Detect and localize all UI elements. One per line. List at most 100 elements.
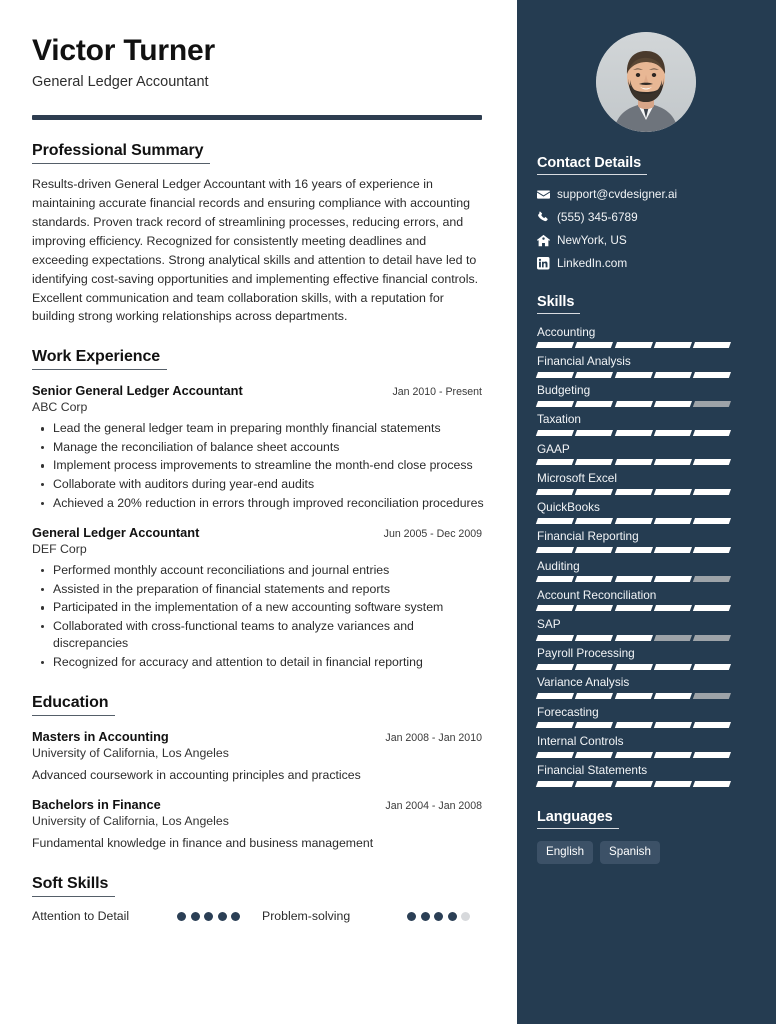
skill-level-bar — [535, 634, 731, 641]
skill-level-bar — [535, 576, 731, 582]
education-entry: Bachelors in Finance Jan 2004 - Jan 2008 U… — [32, 797, 483, 853]
work-entry-header: Senior General Ledger Accountant Jan 2010… — [32, 383, 482, 398]
skill-segment-filled — [575, 517, 614, 524]
skill-level-bar — [535, 342, 731, 348]
skill-item: GAAP — [535, 441, 754, 465]
skill-segment-filled — [614, 634, 653, 641]
skill-segment-filled — [653, 576, 692, 582]
contact-row[interactable]: (555) 345-6789 — [537, 210, 754, 224]
rating-dot-filled — [217, 911, 227, 921]
work-entry-header: General Ledger Accountant Jun 2005 - Dec … — [32, 525, 482, 540]
skill-level-bar — [535, 605, 731, 611]
section-heading-skills: Skills — [537, 294, 581, 314]
skill-item: Budgeting — [535, 383, 754, 407]
main-column: Victor Turner General Ledger Accountant … — [0, 0, 517, 1024]
skill-name: QuickBooks — [537, 500, 600, 515]
contact-row[interactable]: LinkedIn.com — [537, 256, 754, 270]
skill-segment-filled — [535, 576, 574, 582]
rating-dot-filled — [190, 911, 200, 921]
soft-skills-grid: Attention to Detail Problem-solving — [32, 909, 492, 932]
skill-level-bar — [535, 459, 731, 465]
soft-skill-item: Attention to Detail — [32, 909, 262, 923]
skill-segment-filled — [575, 371, 614, 378]
avatar — [595, 32, 696, 132]
skill-segment-empty — [693, 400, 731, 407]
skill-level-bar — [535, 400, 731, 407]
skill-segment-filled — [653, 547, 692, 553]
skill-item: Forecasting — [535, 704, 754, 728]
rating-dot-filled — [434, 911, 443, 921]
skill-segment-filled — [693, 488, 731, 495]
skill-segment-filled — [614, 371, 653, 378]
rating-dot-filled — [231, 911, 240, 921]
skill-level-bar — [535, 488, 731, 495]
skill-item: Accounting — [535, 325, 754, 348]
section-languages: Languages English Spanish — [537, 808, 754, 864]
skill-segment-filled — [575, 400, 614, 407]
education-entry-header: Masters in Accounting Jan 2008 - Jan 2010 — [32, 729, 482, 744]
soft-skill-rating — [177, 911, 240, 921]
skill-segment-empty — [693, 576, 731, 582]
contact-row[interactable]: support@cvdesigner.ai — [537, 187, 754, 201]
skill-segment-filled — [693, 605, 731, 611]
education-date: Jan 2004 - Jan 2008 — [385, 800, 482, 813]
skill-segment-filled — [614, 430, 653, 436]
skill-name: GAAP — [537, 441, 570, 456]
language-chip: Spanish — [600, 841, 660, 864]
skill-segment-filled — [535, 722, 574, 728]
work-entry-list: Senior General Ledger Accountant Jan 2010… — [32, 383, 485, 671]
skill-segment-filled — [575, 430, 614, 436]
skill-item: Microsoft Excel — [535, 471, 754, 495]
skill-item: Variance Analysis — [535, 675, 754, 699]
skill-item: Auditing — [535, 558, 754, 582]
skill-segment-filled — [653, 693, 692, 699]
skill-segment-filled — [575, 605, 614, 611]
profile-photo-illustration — [595, 32, 696, 132]
skill-segment-filled — [535, 693, 574, 699]
header-divider — [32, 115, 482, 121]
skill-segment-filled — [614, 663, 653, 670]
skill-name: Payroll Processing — [537, 646, 635, 661]
skills-list: Accounting Financial Analysis Budgeting Tax… — [535, 325, 754, 787]
skill-segment-filled — [575, 459, 614, 465]
skill-segment-filled — [614, 576, 653, 582]
skill-segment-filled — [693, 751, 731, 758]
home-icon — [537, 234, 557, 247]
skill-level-bar — [535, 547, 731, 553]
skill-item: Financial Reporting — [535, 529, 754, 553]
rating-dot-empty — [461, 911, 470, 921]
section-heading-work-experience: Work Experience — [32, 348, 168, 371]
name-block: Victor Turner General Ledger Accountant — [32, 34, 483, 91]
skill-level-bar — [535, 751, 731, 758]
education-date: Jan 2008 - Jan 2010 — [385, 731, 482, 744]
work-entry-company: DEF Corp — [32, 542, 87, 557]
work-bullet: Lead the general ledger team in preparin… — [41, 420, 485, 438]
skill-name: Auditing — [537, 558, 580, 573]
skill-name: Taxation — [537, 412, 581, 427]
rating-dot-filled — [204, 911, 213, 921]
soft-skill-item: Problem-solving — [262, 909, 492, 923]
skill-item: SAP — [535, 617, 754, 641]
education-degree: Masters in Accounting — [32, 728, 169, 744]
skill-segment-filled — [535, 751, 574, 758]
skill-segment-filled — [693, 430, 731, 436]
skill-segment-filled — [535, 780, 574, 787]
skill-segment-filled — [653, 605, 692, 611]
skill-name: Financial Statements — [537, 763, 648, 778]
work-entry-date: Jan 2010 - Present — [392, 386, 482, 399]
work-entry: Senior General Ledger Accountant Jan 2010… — [32, 383, 485, 512]
skill-segment-filled — [535, 488, 574, 495]
skill-segment-filled — [614, 722, 653, 728]
resume-page: Victor Turner General Ledger Accountant … — [0, 0, 776, 1024]
phone-icon — [537, 211, 557, 223]
work-bullet: Recognized for accuracy and attention to… — [41, 654, 485, 672]
section-work-experience: Work Experience Senior General Ledger Ac… — [32, 348, 485, 671]
contact-row[interactable]: NewYork, US — [537, 233, 754, 247]
work-entry-bullets: Performed monthly account reconciliation… — [32, 562, 483, 671]
work-bullet: Implement process improvements to stream… — [41, 457, 485, 475]
skill-segment-filled — [614, 459, 653, 465]
envelope-icon — [537, 188, 557, 201]
work-bullet: Participated in the implementation of a … — [41, 599, 485, 617]
work-bullet: Collaborated with cross-functional teams… — [41, 618, 485, 653]
skill-name: Forecasting — [537, 704, 599, 719]
